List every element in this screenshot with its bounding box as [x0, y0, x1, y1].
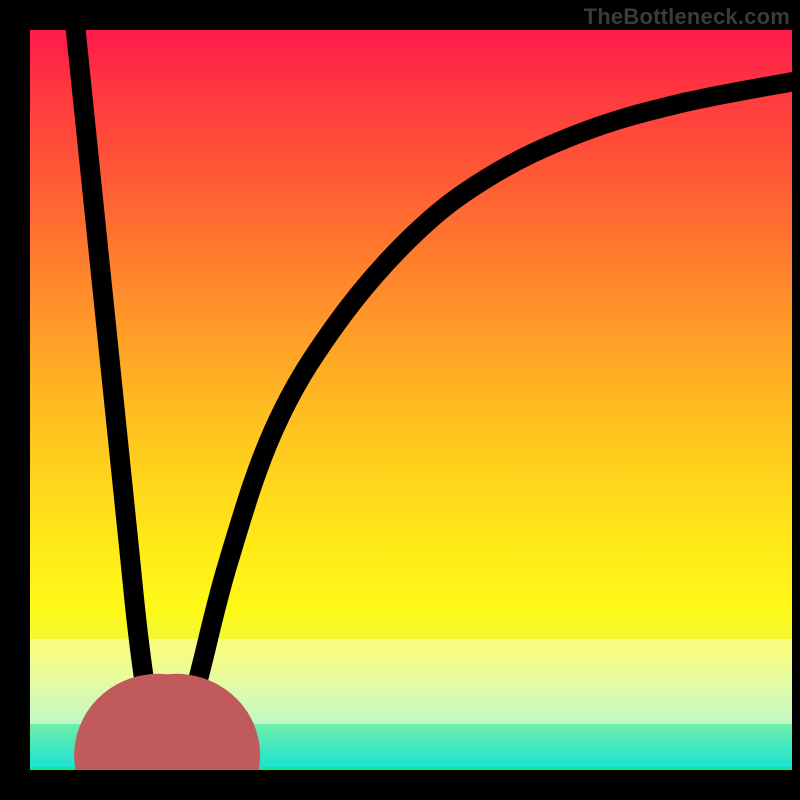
watermark-text: TheBottleneck.com [584, 4, 790, 30]
marker-right [164, 743, 188, 767]
plot-area [30, 30, 792, 770]
stage: TheBottleneck.com [0, 0, 800, 800]
curve-right-branch [176, 82, 792, 755]
chart-svg [30, 30, 792, 770]
curve-left-branch [76, 30, 158, 755]
